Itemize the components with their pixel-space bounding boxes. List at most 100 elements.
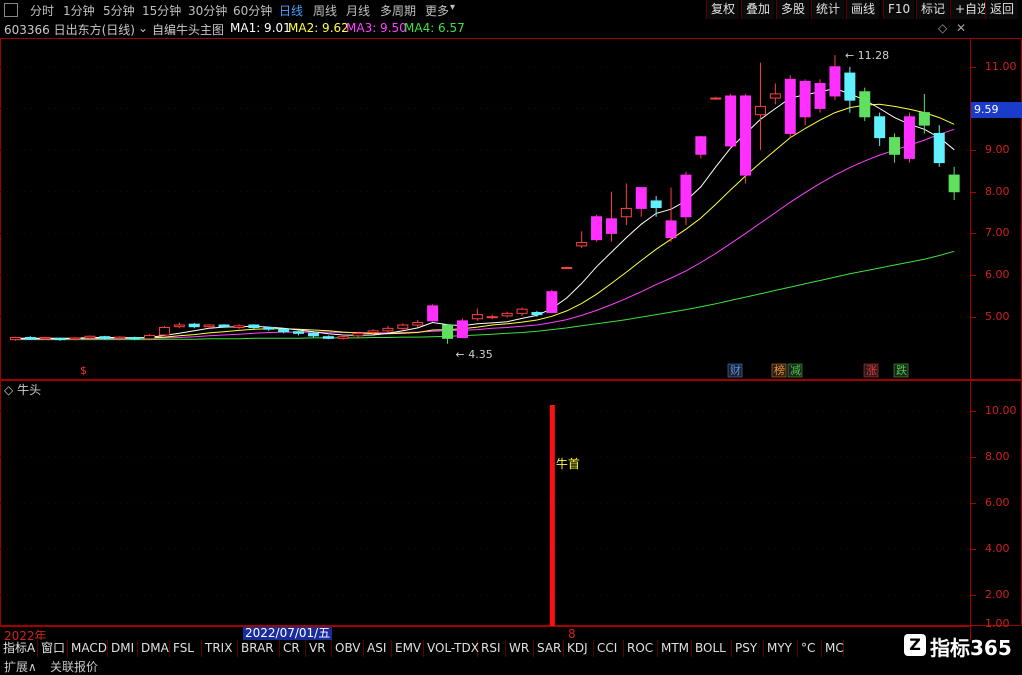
candle [233, 324, 245, 330]
caret-down-icon[interactable]: ▾ [450, 2, 455, 13]
indicator-name[interactable]: 自编牛头主图 [152, 21, 224, 38]
grid-menu-icon[interactable] [4, 3, 18, 17]
candlestick-chart[interactable]: ← 11.28 ← 4.35 $ 财 榜减 涨 跌 [0, 38, 970, 380]
ma1-line [15, 87, 955, 339]
indicator-tab-21[interactable]: BOLL [692, 640, 732, 657]
candle [844, 66, 856, 113]
ma2-line [15, 103, 955, 340]
candle [561, 266, 573, 270]
sub-axis-label: 4.00 [985, 542, 1010, 555]
indicator-tab-11[interactable]: ASI [364, 640, 392, 657]
price-axis-tick [971, 66, 976, 68]
expand-button[interactable]: 扩展∧ [4, 658, 37, 675]
indicator-tab-18[interactable]: CCI [594, 640, 624, 657]
sub-axis: 10.00 8.00 6.00 4.00 2.00 1.00 [971, 380, 1022, 630]
period-tab-8[interactable]: 月线 [346, 2, 370, 19]
indicator-tab-3[interactable]: DMI [108, 640, 138, 657]
indicator-tab-5[interactable]: FSL [170, 640, 202, 657]
period-tab-10[interactable]: 更多 [425, 2, 449, 19]
svg-text:跌: 跌 [896, 363, 907, 377]
indicator-tab-23[interactable]: MYY [764, 640, 798, 657]
period-tab-6[interactable]: 日线 [279, 2, 303, 19]
indicator-tab-14[interactable]: RSI [478, 640, 506, 657]
low-price-label: ← 4.35 [456, 348, 493, 361]
watermark: Z 指标365 [880, 626, 1020, 666]
sub-axis-label: 10.00 [985, 404, 1017, 417]
event-marker[interactable]: 减 [787, 363, 803, 378]
indicator-tab-13[interactable]: VOL-TDX [424, 640, 479, 657]
candle [859, 87, 871, 121]
indicator-tab-4[interactable]: DMA [138, 640, 170, 657]
toolbar-button-4[interactable]: 画线 [846, 0, 880, 19]
indicator-tab-25[interactable]: MC [822, 640, 844, 657]
indicator-tab-24[interactable]: °C [798, 640, 822, 657]
event-marker[interactable]: 跌 [893, 363, 909, 378]
candle [173, 322, 185, 329]
period-toolbar: 分时 1分钟 5分钟 15分钟 30分钟 60分钟 日线 周线 月线 多周期 更多 ▾ 复权 叠加 多股统… [0, 0, 1022, 20]
related-quote-button[interactable]: 关联报价 [50, 658, 98, 675]
ma3-line [15, 128, 955, 340]
candle [740, 93, 752, 184]
period-tab-3[interactable]: 15分钟 [142, 2, 181, 19]
indicator-tab-15[interactable]: WR [506, 640, 534, 657]
indicator-tab-19[interactable]: ROC [624, 640, 658, 657]
sub-axis-label: 6.00 [985, 496, 1010, 509]
period-tab-9[interactable]: 多周期 [380, 2, 416, 19]
sub-axis-tick [971, 457, 976, 458]
candle [546, 289, 558, 314]
indicator-tab-16[interactable]: SAR [534, 640, 564, 657]
candle [814, 79, 826, 113]
indicator-tab-22[interactable]: PSY [732, 640, 764, 657]
indicator-tab-20[interactable]: MTM [658, 640, 692, 657]
candle [263, 326, 275, 331]
diamond-icon[interactable]: ◇ [938, 21, 947, 35]
period-tab-0[interactable]: 分时 [30, 2, 54, 19]
toolbar-button-2[interactable]: 多股 [776, 0, 810, 19]
indicator-tab-17[interactable]: KDJ [564, 640, 594, 657]
indicator-tab-8[interactable]: CR [280, 640, 306, 657]
candle [948, 166, 960, 201]
candle [248, 324, 260, 330]
indicator-tab-9[interactable]: VR [306, 640, 332, 657]
candle [635, 187, 647, 217]
candle [576, 231, 588, 248]
sub-axis-tick [971, 595, 976, 596]
candle [769, 83, 781, 105]
period-tab-7[interactable]: 周线 [313, 2, 337, 19]
price-axis-tick [971, 191, 976, 193]
event-marker[interactable]: $ [80, 364, 87, 377]
event-marker[interactable]: 涨 [863, 363, 879, 378]
candle [680, 171, 692, 226]
period-tab-1[interactable]: 1分钟 [63, 2, 95, 19]
toolbar-button-3[interactable]: 统计 [811, 0, 845, 19]
price-axis-tick [971, 150, 976, 152]
period-tab-2[interactable]: 5分钟 [103, 2, 135, 19]
indicator-tab-0[interactable]: 指标A [0, 640, 38, 657]
indicator-tab-2[interactable]: MACD [68, 640, 108, 657]
logo-icon: Z [904, 634, 926, 656]
candle [784, 75, 796, 138]
chevron-icon[interactable]: ⌄ [138, 21, 148, 35]
ma3-value: MA3: 9.50 [346, 21, 407, 35]
price-axis-label: 8.00 [985, 184, 1010, 198]
indicator-tab-1[interactable]: 窗口 [38, 640, 68, 657]
indicator-tab-6[interactable]: TRIX [202, 640, 238, 657]
candle [591, 214, 603, 242]
toolbar-button-0[interactable]: 复权 [706, 0, 740, 19]
indicator-tab-12[interactable]: EMV [392, 640, 424, 657]
indicator-tab-7[interactable]: BRAR [238, 640, 280, 657]
event-marker[interactable]: 财 [727, 363, 743, 378]
niutou-indicator-chart[interactable]: 牛首 [0, 380, 970, 626]
period-tab-5[interactable]: 60分钟 [233, 2, 272, 19]
toolbar-button-5[interactable]: F10 [883, 0, 915, 19]
candle [918, 93, 930, 134]
candle [188, 322, 200, 329]
event-marker[interactable]: 榜 [771, 363, 787, 378]
indicator-tab-10[interactable]: OBV [332, 640, 364, 657]
candle [471, 308, 483, 321]
toolbar-button-1[interactable]: 叠加 [741, 0, 775, 19]
toolbar-button-6[interactable]: 标记 [916, 0, 950, 19]
close-icon[interactable]: ✕ [956, 21, 966, 35]
period-tab-4[interactable]: 30分钟 [188, 2, 227, 19]
toolbar-button-8[interactable]: 返回 [985, 0, 1019, 19]
